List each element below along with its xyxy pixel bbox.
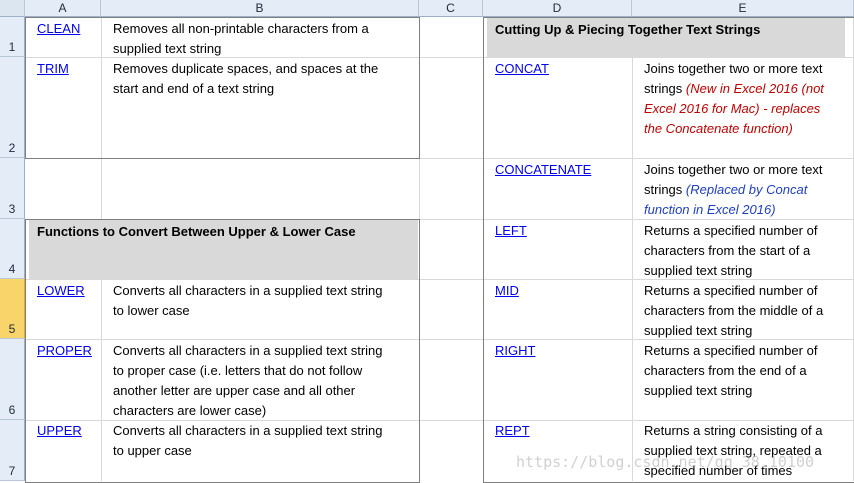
column-header-b[interactable]: B <box>101 0 419 17</box>
row-header-7[interactable]: 7 <box>0 420 25 481</box>
function-desc-proper: Converts all characters in a supplied te… <box>113 343 383 418</box>
column-header-c[interactable]: C <box>419 0 483 17</box>
function-desc-right: Returns a specified number of characters … <box>644 343 818 398</box>
function-link-clean[interactable]: CLEAN <box>37 19 80 39</box>
row-header-1[interactable]: 1 <box>0 17 25 57</box>
function-link-trim[interactable]: TRIM <box>37 59 69 79</box>
function-link-concatenate[interactable]: CONCATENATE <box>495 160 591 180</box>
function-desc-trim: Removes duplicate spaces, and spaces at … <box>113 61 379 96</box>
function-link-right[interactable]: RIGHT <box>495 341 535 361</box>
function-link-mid[interactable]: MID <box>495 281 519 301</box>
row-header-5[interactable]: 5 <box>0 279 25 339</box>
function-link-upper[interactable]: UPPER <box>37 421 82 441</box>
function-desc-rept: Returns a string consisting of a supplied… <box>644 423 823 478</box>
function-desc-mid: Returns a specified number of characters … <box>644 283 824 338</box>
row-header-6[interactable]: 6 <box>0 339 25 420</box>
column-header-e[interactable]: E <box>632 0 854 17</box>
row-header-2[interactable]: 2 <box>0 57 25 158</box>
cutting-section-header: Cutting Up & Piecing Together Text Strin… <box>487 17 845 57</box>
select-all-corner[interactable] <box>0 0 25 17</box>
function-desc-left: Returns a specified number of characters … <box>644 223 818 278</box>
row-header-4[interactable]: 4 <box>0 219 25 279</box>
function-desc-concat: Joins together two or more text strings … <box>644 61 824 136</box>
function-desc-clean: Removes all non-printable characters fro… <box>113 21 369 56</box>
function-link-lower[interactable]: LOWER <box>37 281 85 301</box>
watermark: https://blog.csdn.net/qq_38.10100 <box>515 453 814 471</box>
function-desc-lower: Converts all characters in a supplied te… <box>113 283 383 318</box>
column-header-d[interactable]: D <box>483 0 632 17</box>
column-header-a[interactable]: A <box>25 0 101 17</box>
function-desc-upper: Converts all characters in a supplied te… <box>113 423 383 458</box>
function-desc-concatenate: Joins together two or more text strings … <box>644 162 823 217</box>
row-header-3[interactable]: 3 <box>0 158 25 219</box>
function-link-concat[interactable]: CONCAT <box>495 59 549 79</box>
function-link-proper[interactable]: PROPER <box>37 341 92 361</box>
function-link-left[interactable]: LEFT <box>495 221 527 241</box>
function-link-rept[interactable]: REPT <box>495 421 530 441</box>
case-section-header: Functions to Convert Between Upper & Low… <box>29 220 418 279</box>
